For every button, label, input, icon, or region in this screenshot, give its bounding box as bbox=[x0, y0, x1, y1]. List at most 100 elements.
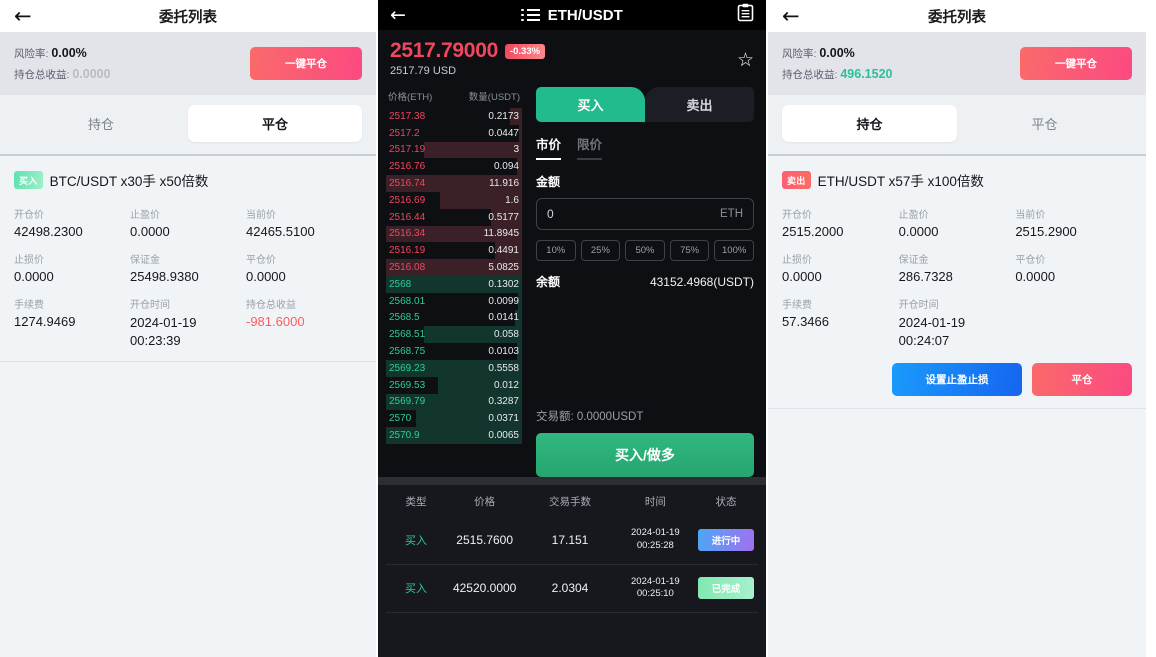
order-book-row[interactable]: 2517.2 0.0447 bbox=[386, 124, 522, 142]
order-book-row[interactable]: 2517.38 0.2173 bbox=[386, 108, 522, 125]
order-book-amount: 3 bbox=[513, 144, 519, 156]
field-current-price: 当前价 2515.2900 bbox=[1015, 206, 1132, 239]
field-open-time: 开仓时间 2024-01-19 00:24:07 bbox=[899, 296, 1016, 349]
tab-buy[interactable]: 买入 bbox=[536, 87, 645, 122]
clipboard-icon[interactable] bbox=[737, 3, 754, 27]
field-fee: 手续费 1274.9469 bbox=[14, 296, 130, 349]
tab-holdings[interactable]: 持仓 bbox=[14, 105, 188, 142]
order-book: 价格(ETH) 数量(USDT) 2517.38 0.2173 2517.2 0.04… bbox=[378, 87, 526, 477]
col-time: 时间 bbox=[644, 496, 666, 508]
order-book-row[interactable]: 2516.74 11.916 bbox=[386, 175, 522, 192]
col-price-label: 价格(ETH) bbox=[388, 92, 433, 103]
back-arrow-icon[interactable]: ← bbox=[390, 5, 414, 25]
row-date: 2024-01-19 bbox=[631, 527, 680, 538]
order-type-tabs: 市价 限价 bbox=[536, 134, 754, 160]
panel-order-list-left: ← 委托列表 风险率: 0.00% 持仓总收益: 0.0000 一键平仓 持仓 … bbox=[0, 0, 378, 657]
order-book-row[interactable]: 2516.08 5.0825 bbox=[386, 259, 522, 276]
order-book-row[interactable]: 2568.01 0.0099 bbox=[386, 292, 522, 310]
field-empty bbox=[1015, 296, 1132, 349]
order-book-row[interactable]: 2568.75 0.0103 bbox=[386, 343, 522, 360]
field-stop-loss-price: 止损价 0.0000 bbox=[782, 251, 899, 284]
order-book-row[interactable]: 2569.53 0.012 bbox=[386, 376, 522, 394]
left-tab-bar: 持仓 平仓 bbox=[0, 95, 376, 155]
field-label: 开仓价 bbox=[14, 210, 44, 222]
star-icon[interactable]: ☆ bbox=[737, 51, 754, 70]
order-book-row[interactable]: 2516.69 1.6 bbox=[386, 191, 522, 209]
trading-header: ← ETH/USDT bbox=[378, 0, 766, 30]
tab-limit-price[interactable]: 限价 bbox=[577, 134, 603, 160]
order-book-row[interactable]: 2568.5 0.0141 bbox=[386, 309, 522, 327]
position-card-title: 卖出 ETH/USDT x57手 x100倍数 bbox=[782, 170, 1132, 190]
row-price: 42520.0000 bbox=[452, 581, 517, 596]
status-badge: 进行中 bbox=[698, 528, 754, 551]
percent-100-button[interactable]: 100% bbox=[714, 240, 754, 261]
order-book-row[interactable]: 2516.34 11.8945 bbox=[386, 225, 522, 243]
order-book-price: 2568.01 bbox=[389, 295, 426, 307]
close-all-button[interactable]: 一键平仓 bbox=[250, 47, 362, 81]
back-arrow-icon[interactable]: ← bbox=[14, 5, 38, 27]
row-type: 买入 bbox=[405, 583, 427, 596]
order-book-row[interactable]: 2570.9 0.0065 bbox=[386, 427, 522, 444]
row-lots: 17.151 bbox=[551, 532, 589, 547]
field-value: 2024-01-19 00:23:39 bbox=[130, 315, 197, 348]
percent-50-button[interactable]: 50% bbox=[625, 240, 665, 261]
percent-10-button[interactable]: 10% bbox=[536, 240, 576, 261]
table-row[interactable]: 买入 42520.0000 2.0304 2024-01-19 00:25:10… bbox=[386, 565, 758, 614]
percent-25-button[interactable]: 25% bbox=[580, 240, 621, 261]
field-open-price: 开仓价 2515.2000 bbox=[782, 206, 899, 239]
field-value: 0.0000 bbox=[898, 224, 939, 240]
percent-75-button[interactable]: 75% bbox=[669, 240, 710, 261]
order-book-row[interactable]: 2568 0.1302 bbox=[386, 275, 522, 293]
field-label: 手续费 bbox=[14, 300, 44, 312]
close-all-button[interactable]: 一键平仓 bbox=[1020, 47, 1132, 81]
tab-holdings[interactable]: 持仓 bbox=[782, 105, 957, 143]
col-type: 类型 bbox=[405, 496, 427, 508]
form-footer: 交易额: 0.0000USDT 买入/做多 bbox=[536, 408, 754, 477]
order-book-amount: 1.6 bbox=[505, 194, 519, 206]
field-label: 开仓价 bbox=[782, 210, 812, 222]
price-main: 2517.79000 -0.33% bbox=[390, 39, 546, 63]
amount-input[interactable]: 0 ETH bbox=[536, 198, 754, 230]
order-book-row[interactable]: 2569.23 0.5558 bbox=[386, 359, 522, 377]
field-label: 持仓总收益 bbox=[246, 300, 296, 312]
order-book-price: 2517.2 bbox=[389, 127, 420, 139]
total-profit-label: 持仓总收益: bbox=[782, 68, 838, 81]
field-label: 平仓价 bbox=[246, 255, 276, 267]
field-label: 手续费 bbox=[782, 300, 812, 312]
risk-rate-label: 风险率: bbox=[14, 48, 49, 60]
submit-buy-long-button[interactable]: 买入/做多 bbox=[536, 433, 754, 477]
order-book-row[interactable]: 2517.19 3 bbox=[386, 141, 522, 159]
field-open-time: 开仓时间 2024-01-19 00:23:39 bbox=[130, 296, 246, 349]
order-book-amount: 11.916 bbox=[489, 178, 519, 190]
order-history-table: 类型 价格 交易手数 时间 状态 买入 2515.7600 17.151 202… bbox=[378, 485, 766, 657]
risk-rate-value: 0.00% bbox=[819, 46, 855, 60]
order-book-row[interactable]: 2516.76 0.094 bbox=[386, 158, 522, 176]
back-arrow-icon[interactable]: ← bbox=[782, 5, 806, 27]
order-book-row[interactable]: 2516.19 0.4491 bbox=[386, 242, 522, 260]
field-stop-loss-price: 止损价 0.0000 bbox=[14, 251, 130, 284]
order-book-price: 2568 bbox=[389, 278, 412, 290]
table-header-row: 类型 价格 交易手数 时间 状态 bbox=[386, 485, 758, 516]
field-open-price: 开仓价 42498.2300 bbox=[14, 206, 130, 239]
table-row[interactable]: 买入 2515.7600 17.151 2024-01-19 00:25:28 … bbox=[386, 516, 758, 565]
order-book-price: 2516.08 bbox=[389, 262, 426, 274]
field-margin: 保证金 286.7328 bbox=[899, 251, 1016, 284]
header-center: ETH/USDT bbox=[378, 7, 766, 24]
tab-sell[interactable]: 卖出 bbox=[645, 87, 754, 122]
tab-closed[interactable]: 平仓 bbox=[957, 105, 1132, 142]
turnover-value: 0.0000USDT bbox=[576, 411, 644, 423]
field-current-price: 当前价 42465.5100 bbox=[246, 206, 362, 239]
field-margin: 保证金 25498.9380 bbox=[130, 251, 246, 284]
order-book-row[interactable]: 2516.44 0.5177 bbox=[386, 208, 522, 226]
tab-closed[interactable]: 平仓 bbox=[188, 105, 362, 143]
col-amount-label: 数量(USDT) bbox=[468, 92, 520, 103]
close-position-button[interactable]: 平仓 bbox=[1032, 363, 1132, 397]
order-book-row[interactable]: 2570 0.0371 bbox=[386, 410, 522, 428]
order-book-row[interactable]: 2568.51 0.058 bbox=[386, 326, 522, 344]
set-take-profit-stop-loss-button[interactable]: 设置止盈止损 bbox=[892, 363, 1022, 397]
col-price: 价格 bbox=[474, 496, 496, 508]
order-book-row[interactable]: 2569.79 0.3287 bbox=[386, 393, 522, 411]
field-label: 开仓时间 bbox=[130, 300, 170, 312]
tab-market-price[interactable]: 市价 bbox=[536, 134, 562, 160]
order-book-amount: 0.0099 bbox=[488, 295, 519, 307]
